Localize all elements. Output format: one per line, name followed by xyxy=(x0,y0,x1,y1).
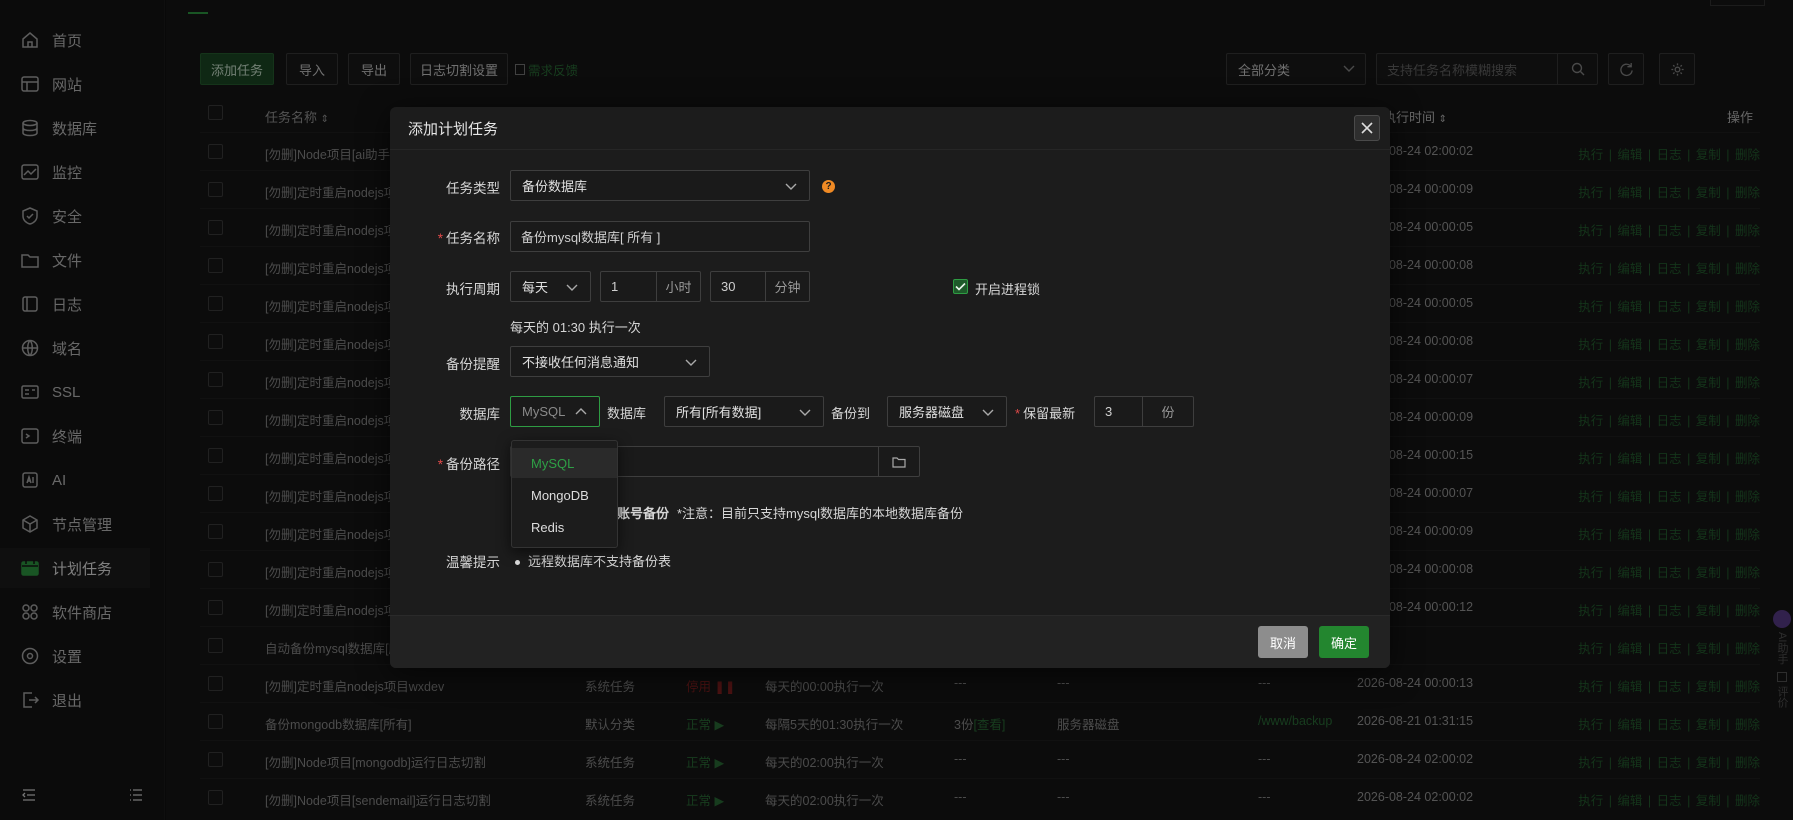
chevron-down-icon xyxy=(685,359,697,366)
backup-to-value: 服务器磁盘 xyxy=(899,405,965,420)
task-type-value: 备份数据库 xyxy=(522,179,588,194)
confirm-button[interactable]: 确定 xyxy=(1319,626,1369,658)
cycle-select[interactable]: 每天 xyxy=(510,271,591,302)
notify-select[interactable]: 不接收任何消息通知 xyxy=(510,346,710,377)
tip-label: 温馨提示 xyxy=(446,555,500,570)
backup-path-label: * 备份路径 xyxy=(420,453,500,473)
task-name-label-text: 任务名称 xyxy=(446,231,500,246)
minute-unit: 分钟 xyxy=(765,272,809,301)
db-type-option[interactable]: MySQL xyxy=(512,448,617,478)
keep-unit: 份 xyxy=(1142,397,1193,426)
db-type-option[interactable]: Redis xyxy=(512,512,617,542)
help-icon[interactable]: ? xyxy=(822,180,835,193)
backup-to-label: 备份到 xyxy=(831,406,871,421)
tip-text: 远程数据库不支持备份表 xyxy=(528,554,672,569)
db-type-select[interactable]: MySQL xyxy=(510,396,600,427)
keep-latest-label-text: 保留最新 xyxy=(1023,406,1076,421)
sidebar-footer xyxy=(0,772,165,820)
task-type-select[interactable]: 备份数据库 xyxy=(510,170,810,201)
hour-unit: 小时 xyxy=(656,272,700,301)
keep-count-value: 3 xyxy=(1105,404,1113,419)
required-mark: * xyxy=(437,231,443,246)
db-select[interactable]: 所有[所有数据] xyxy=(664,396,824,427)
tip-item: 远程数据库不支持备份表 xyxy=(515,551,671,570)
keep-count-input[interactable]: 3 份 xyxy=(1094,396,1194,427)
db-type-label: 数据库 xyxy=(459,407,501,422)
cycle-hint: 每天的 01:30 执行一次 xyxy=(510,320,641,335)
chevron-down-icon xyxy=(799,409,811,416)
chevron-down-icon xyxy=(785,183,797,190)
backup-path-label-text: 备份路径 xyxy=(446,457,500,472)
task-type-label: 任务类型 xyxy=(446,181,500,196)
required-mark: * xyxy=(1015,406,1021,421)
menu-list-icon[interactable] xyxy=(129,788,143,804)
keep-latest-label: * 保留最新 xyxy=(1015,403,1075,422)
add-cron-task-dialog: 添加计划任务 任务类型 备份数据库 ? * 任务名称 备份mysql数据库[ 所有… xyxy=(390,107,1390,668)
chevron-down-icon xyxy=(566,284,578,291)
process-lock-label: 开启进程锁 xyxy=(975,282,1041,297)
dialog-header: 添加计划任务 xyxy=(390,107,1390,150)
db-value: 所有[所有数据] xyxy=(676,405,762,420)
chevron-down-icon xyxy=(982,409,994,416)
chevron-up-icon xyxy=(575,408,587,415)
dialog-title: 添加计划任务 xyxy=(408,120,499,138)
dialog-footer: 取消 确定 xyxy=(390,615,1390,668)
required-mark: * xyxy=(437,457,443,472)
bullet-icon xyxy=(515,560,520,566)
notify-value: 不接收任何消息通知 xyxy=(522,355,640,370)
minute-input[interactable]: 30 分钟 xyxy=(710,271,810,302)
db-label: 数据库 xyxy=(607,406,647,421)
notify-label: 备份提醒 xyxy=(446,357,500,372)
backup-note: *注意：目前只支持mysql数据库的本地数据库备份 xyxy=(677,506,964,521)
account-backup-label: 账号备份 xyxy=(617,506,670,521)
minute-value: 30 xyxy=(721,279,736,294)
db-type-option[interactable]: MongoDB xyxy=(512,480,617,510)
cycle-value: 每天 xyxy=(522,280,549,295)
close-icon[interactable] xyxy=(1354,115,1380,141)
hour-value: 1 xyxy=(611,279,619,294)
folder-icon[interactable] xyxy=(878,447,919,476)
cancel-button[interactable]: 取消 xyxy=(1258,626,1308,658)
db-type-dropdown: MySQL MongoDB Redis xyxy=(511,440,618,548)
collapse-icon[interactable] xyxy=(22,788,36,804)
hour-input[interactable]: 1 小时 xyxy=(600,271,701,302)
db-type-value: MySQL xyxy=(522,404,566,419)
check-icon xyxy=(955,282,966,291)
task-name-input[interactable]: 备份mysql数据库[ 所有 ] xyxy=(510,221,810,252)
task-name-label: * 任务名称 xyxy=(420,227,500,247)
cycle-label: 执行周期 xyxy=(446,282,500,297)
backup-to-select[interactable]: 服务器磁盘 xyxy=(887,396,1007,427)
process-lock-checkbox[interactable] xyxy=(953,279,968,294)
